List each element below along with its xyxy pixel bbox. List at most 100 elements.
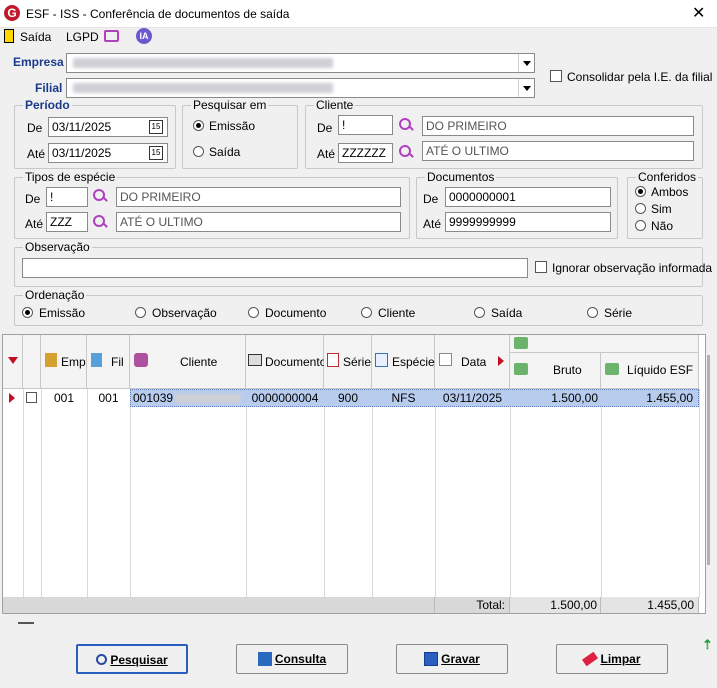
cell-bruto: 1.500,00 (551, 391, 598, 405)
especie-icon (375, 353, 388, 367)
lgpd-menu[interactable]: LGPD (66, 30, 99, 44)
col-documento-header[interactable]: Documento (246, 335, 326, 389)
col-divider (435, 389, 436, 597)
sort-arrow-icon[interactable] (8, 357, 18, 364)
periodo-ate-label: Até (27, 147, 46, 161)
filial-value-blurred (73, 83, 333, 93)
col-serie-header[interactable]: Série (324, 335, 372, 389)
search-icon (96, 654, 108, 666)
limpar-button[interactable]: Limpar (556, 644, 668, 674)
col-divider (130, 389, 131, 597)
consolidar-checkbox[interactable] (550, 70, 562, 82)
cell-data: 03/11/2025 (442, 391, 503, 405)
documentos-de-input[interactable]: 0000000001 (445, 187, 611, 207)
ordenacao-cliente-label: Cliente (378, 306, 416, 320)
ordenacao-emissao-label: Emissão (39, 306, 86, 320)
gravar-button[interactable]: Gravar (396, 644, 508, 674)
periodo-title: Período (23, 98, 72, 112)
col-emp-header[interactable]: Emp (41, 335, 87, 389)
cliente-de-input[interactable]: ! (338, 115, 393, 135)
saida-menu[interactable]: Saída (20, 30, 51, 44)
documents-grid[interactable]: Emp Fil Cliente Documento Série Espécie … (2, 334, 710, 614)
col-divider (510, 389, 511, 597)
chevron-down-icon[interactable] (518, 79, 534, 97)
col-cliente-label: Cliente (180, 355, 218, 369)
col-divider (372, 389, 373, 597)
play-arrow-icon[interactable] (498, 356, 504, 366)
conferidos-title: Conferidos (636, 170, 699, 184)
cell-emp: 001 (53, 391, 75, 405)
col-cliente-header[interactable]: Cliente (130, 335, 246, 389)
calendar-icon[interactable]: 15 (149, 146, 163, 160)
cliente-ate-input[interactable]: ZZZZZZ (338, 143, 393, 163)
documentos-ate-label: Até (423, 217, 442, 231)
col-fil-header[interactable]: Fil (87, 335, 130, 389)
building-icon (91, 353, 102, 367)
col-emp-label: Emp (61, 355, 86, 369)
people-icon (134, 353, 148, 367)
document-icon (248, 354, 262, 366)
close-icon[interactable]: ✕ (692, 3, 705, 23)
total-label: Total: (435, 597, 510, 613)
col-liquido-header[interactable]: Líquido ESF (601, 353, 699, 389)
col-bruto-header[interactable]: Bruto (510, 353, 601, 389)
col-divider (87, 389, 88, 597)
conferidos-sim-radio[interactable] (635, 203, 646, 214)
ia-icon[interactable]: IA (136, 28, 152, 44)
conferidos-ambos-label: Ambos (651, 185, 689, 199)
pesquisar-emissao-radio[interactable] (193, 120, 204, 131)
cell-liquido: 1.455,00 (646, 391, 693, 405)
pesquisar-button[interactable]: Pesquisar (76, 644, 188, 674)
pesquisar-saida-radio[interactable] (193, 146, 204, 157)
col-divider (601, 389, 602, 597)
empresa-select[interactable] (66, 53, 535, 73)
monitor-icon[interactable] (104, 30, 119, 42)
conferidos-ambos-radio[interactable] (635, 186, 646, 197)
col-divider (699, 389, 700, 597)
tipos-ate-desc: ATÉ O ULTIMO (116, 212, 401, 232)
money-icon (514, 363, 528, 375)
search-icon[interactable] (92, 214, 108, 230)
conferidos-sim-label: Sim (651, 202, 672, 216)
ordenacao-group: Ordenação (14, 288, 703, 326)
documentos-ate-input[interactable]: 9999999999 (445, 212, 611, 232)
ignorar-observacao-checkbox[interactable] (535, 261, 547, 273)
col-bruto-label: Bruto (553, 363, 582, 377)
empresa-value-blurred (73, 58, 333, 68)
splitter-handle[interactable] (18, 622, 34, 624)
col-divider (23, 389, 24, 597)
col-especie-header[interactable]: Espécie (372, 335, 435, 389)
col-serie-label: Série (343, 355, 372, 369)
exit-door-icon[interactable] (4, 29, 14, 43)
row-checkbox[interactable] (26, 392, 37, 403)
ordenacao-observacao-radio[interactable] (135, 307, 146, 318)
eraser-icon (582, 651, 599, 667)
tipos-de-label: De (25, 192, 41, 206)
calendar-icon[interactable]: 15 (149, 120, 163, 134)
conferidos-nao-radio[interactable] (635, 220, 646, 231)
col-data-header[interactable]: Data (435, 335, 510, 389)
cell-especie: NFS (391, 391, 416, 405)
cell-cliente: 001039 (133, 391, 174, 405)
search-icon[interactable] (398, 144, 414, 160)
cliente-de-label: De (317, 121, 333, 135)
scroll-top-icon[interactable]: ⇡ (702, 637, 713, 653)
col-fil-label: Fil (111, 355, 124, 369)
total-bruto: 1.500,00 (510, 597, 601, 613)
vertical-scrollbar[interactable] (707, 355, 710, 565)
tipos-de-desc: DO PRIMEIRO (116, 187, 401, 207)
search-icon[interactable] (398, 117, 414, 133)
tipos-de-input[interactable]: ! (46, 187, 88, 207)
observacao-input[interactable] (22, 258, 528, 278)
tipos-ate-input[interactable]: ZZZ (46, 212, 88, 232)
filial-select[interactable] (66, 78, 535, 98)
ordenacao-emissao-radio[interactable] (22, 307, 33, 318)
ordenacao-serie-radio[interactable] (587, 307, 598, 318)
ordenacao-documento-radio[interactable] (248, 307, 259, 318)
title-bar: G ESF - ISS - Conferência de documentos … (0, 0, 717, 28)
chevron-down-icon[interactable] (518, 54, 534, 72)
ordenacao-cliente-radio[interactable] (361, 307, 372, 318)
search-icon[interactable] (92, 188, 108, 204)
ordenacao-saida-radio[interactable] (474, 307, 485, 318)
consulta-button[interactable]: Consulta (236, 644, 348, 674)
